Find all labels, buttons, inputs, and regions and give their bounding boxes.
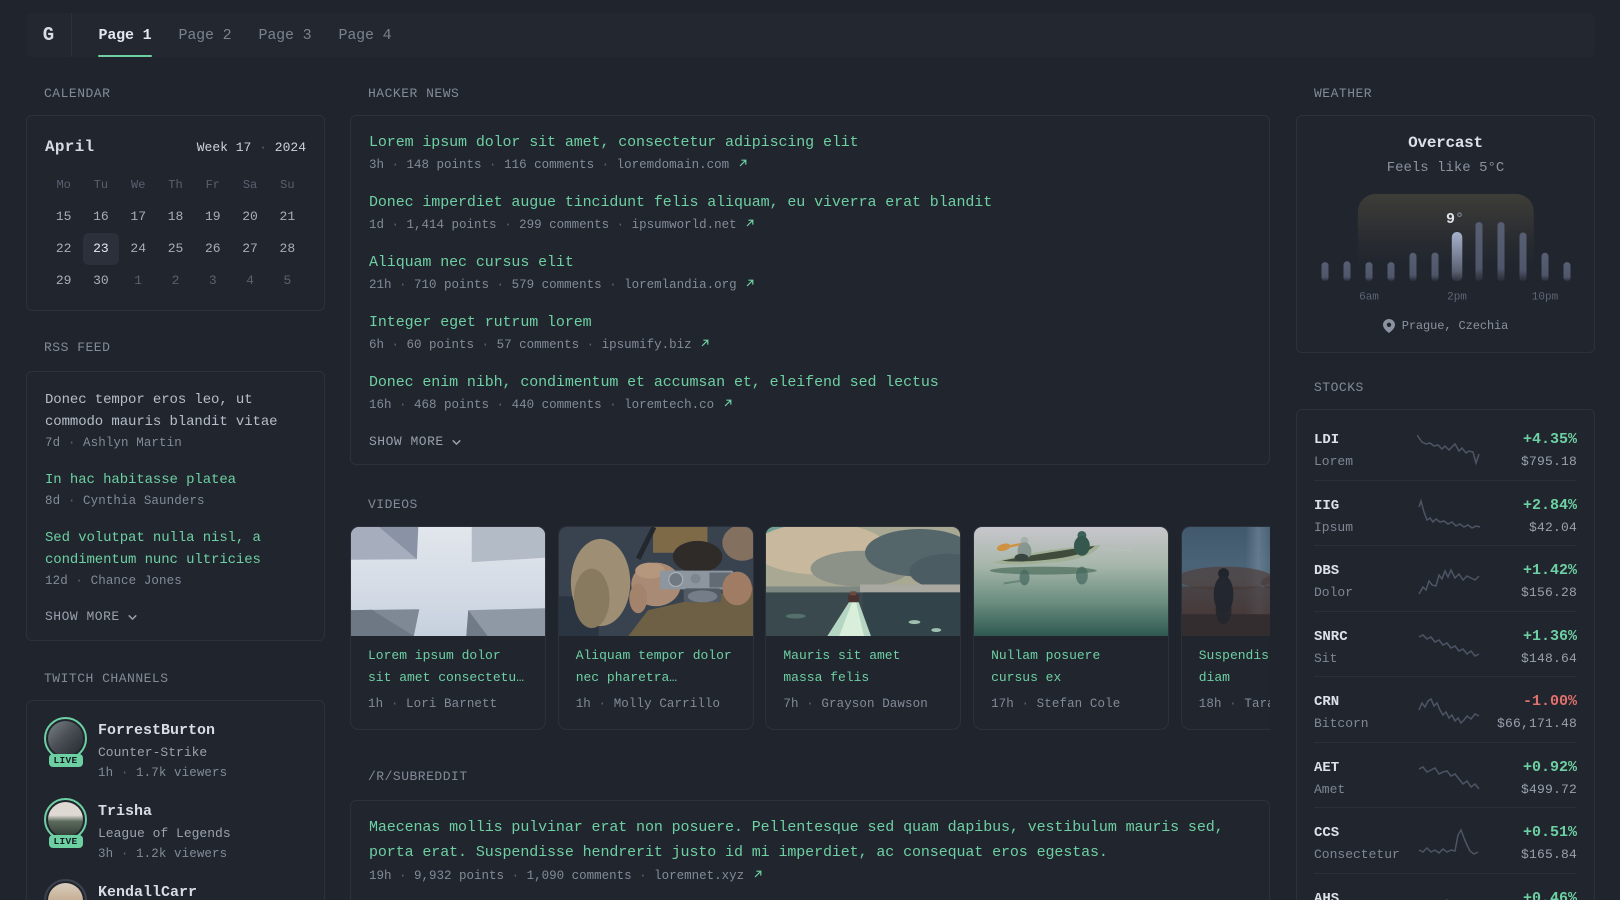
- svg-text:6am: 6am: [1359, 292, 1379, 304]
- svg-text:9°: 9°: [1446, 211, 1464, 228]
- svg-text:2pm: 2pm: [1447, 292, 1467, 304]
- svg-text:10pm: 10pm: [1532, 292, 1559, 304]
